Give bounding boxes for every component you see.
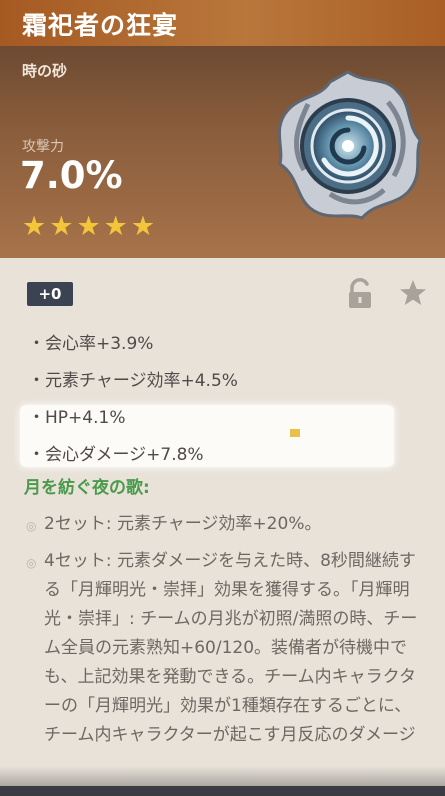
set-bonus-2-text: 2セット: 元素チャージ効率+20%。 <box>44 514 322 534</box>
artifact-sands-icon <box>277 70 422 220</box>
star-icon: ★ <box>130 211 156 242</box>
artifact-header: 時の砂 攻撃力 7.0% ★ ★ ★ ★ ★ <box>0 46 445 258</box>
set-bonus-2: ◎ 2セット: 元素チャージ効率+20%。 <box>26 510 426 541</box>
set-bonus-4: ◎ 4セット: 元素ダメージを与えた時、8秒間継続する「月輝明光・崇拝」効果を獲… <box>26 547 426 750</box>
substat-line: ・元素チャージ効率+4.5% <box>28 371 238 391</box>
main-stat-label: 攻撃力 <box>22 139 64 155</box>
set-bonus-list: ◎ 2セット: 元素チャージ効率+20%。 ◎ 4セット: 元素ダメージを与えた… <box>26 510 426 756</box>
set-name: 月を紡ぐ夜の歌: <box>24 478 150 498</box>
star-icon: ★ <box>103 211 128 242</box>
substat-line: ・会心率+3.9% <box>28 334 154 354</box>
star-icon: ★ <box>76 211 101 242</box>
bullet-icon: ◎ <box>26 519 37 533</box>
bottom-bar <box>0 786 445 796</box>
bullet-icon: ◎ <box>26 556 37 570</box>
artifact-details: +0 ・会心率+3.9% ・元素チャージ効率+4.5% ・HP+4.1% ・会心… <box>0 258 445 796</box>
substat-line: ・HP+4.1% <box>28 408 126 428</box>
cursor-marker <box>290 429 300 437</box>
lock-icon[interactable] <box>346 278 374 310</box>
star-favorite-icon[interactable] <box>398 278 428 308</box>
level-badge: +0 <box>27 282 73 306</box>
artifact-title: 霜祀者の狂宴 <box>22 11 179 40</box>
set-bonus-4-text: 4セット: 元素ダメージを与えた時、8秒間継続する「月輝明光・崇拝」効果を獲得す… <box>44 551 418 745</box>
title-bar: 霜祀者の狂宴 <box>0 0 445 46</box>
artifact-slot: 時の砂 <box>22 62 68 80</box>
star-icon: ★ <box>49 211 74 242</box>
main-stat-value: 7.0% <box>20 154 123 197</box>
substat-list: ・会心率+3.9% ・元素チャージ効率+4.5% ・HP+4.1% ・会心ダメー… <box>28 326 238 474</box>
substat-line: ・会心ダメージ+7.8% <box>28 445 204 465</box>
star-icon: ★ <box>22 211 47 242</box>
rarity-stars: ★ ★ ★ ★ ★ <box>22 212 155 242</box>
